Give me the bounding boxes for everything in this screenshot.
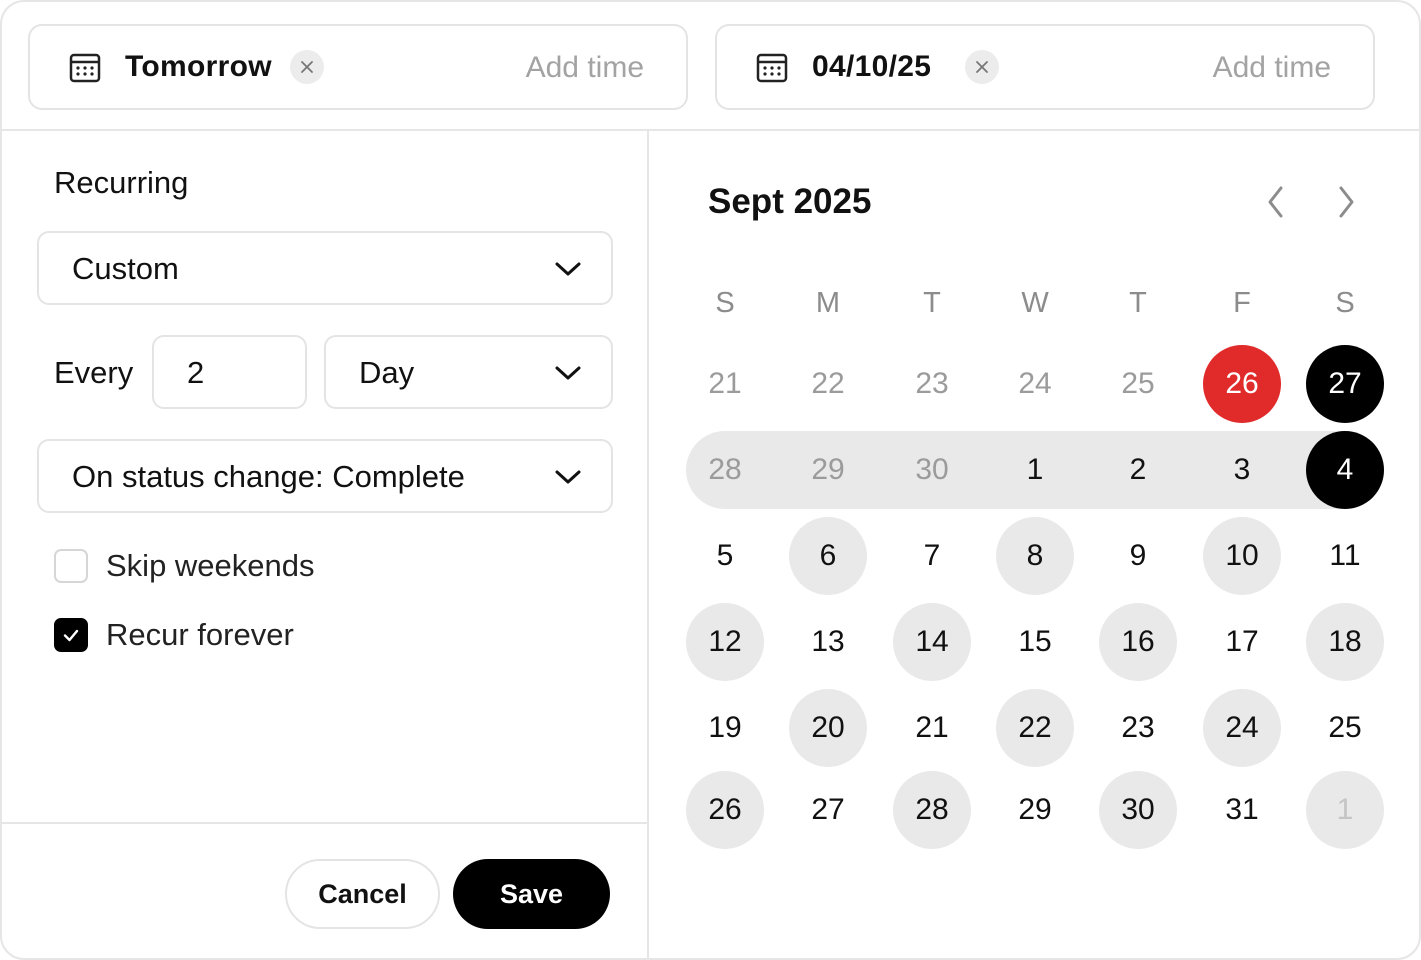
interval-unit-value: Day [359,355,415,390]
skip-weekends-option[interactable]: Skip weekends [54,547,315,585]
calendar-day[interactable]: 28 [893,771,971,849]
recurrence-dialog: Tomorrow Add time 04/10/25 Add time Recu… [0,0,1421,960]
end-date-value: 04/10/25 [812,50,932,83]
previous-month-button[interactable] [1256,182,1296,222]
calendar-day[interactable]: 24 [996,345,1074,423]
calendar-icon [69,53,101,83]
calendar-day[interactable]: 1 [1306,771,1384,849]
calendar-day[interactable]: 4 [1306,431,1384,509]
close-icon [301,61,313,73]
header-divider [2,129,1419,131]
calendar-day[interactable]: 18 [1306,603,1384,681]
calendar-day[interactable]: 24 [1203,689,1281,767]
chevron-right-icon [1339,186,1354,218]
weekday-header: T [923,287,941,319]
footer-divider [2,822,647,824]
start-date-value: Tomorrow [125,50,272,83]
calendar-day[interactable]: 29 [996,771,1074,849]
recurrence-trigger-value: On status change: Complete [72,459,465,494]
calendar-day[interactable]: 11 [1306,517,1384,595]
every-label: Every [54,355,134,390]
calendar-day[interactable]: 23 [1099,689,1177,767]
start-date-field[interactable]: Tomorrow Add time [28,24,688,110]
calendar-day[interactable]: 26 [1203,345,1281,423]
calendar-day[interactable]: 5 [686,517,764,595]
calendar-day[interactable]: 30 [1099,771,1177,849]
calendar-day[interactable]: 12 [686,603,764,681]
calendar-month-title: Sept 2025 [708,182,872,221]
next-month-button[interactable] [1326,182,1366,222]
skip-weekends-checkbox[interactable] [54,549,88,583]
calendar-day[interactable]: 20 [789,689,867,767]
calendar-day[interactable]: 25 [1306,689,1384,767]
clear-start-date-button[interactable] [290,50,324,84]
calendar-day[interactable]: 26 [686,771,764,849]
calendar-icon [756,53,788,83]
weekday-header: W [1021,287,1049,319]
recurrence-trigger-select[interactable]: On status change: Complete [37,439,613,513]
calendar-day[interactable]: 29 [789,431,867,509]
calendar-day[interactable]: 31 [1203,771,1281,849]
recurrence-mode-value: Custom [72,251,179,286]
calendar-day[interactable]: 23 [893,345,971,423]
calendar-day[interactable]: 27 [789,771,867,849]
calendar-day[interactable]: 7 [893,517,971,595]
weekday-header: F [1233,287,1251,319]
clear-end-date-button[interactable] [965,50,999,84]
calendar-day[interactable]: 1 [996,431,1074,509]
calendar-day[interactable]: 9 [1099,517,1177,595]
calendar-day[interactable]: 22 [996,689,1074,767]
interval-unit-select[interactable]: Day [324,335,613,409]
skip-weekends-label: Skip weekends [106,548,315,583]
recur-forever-option[interactable]: Recur forever [54,616,294,654]
calendar-day[interactable]: 3 [1203,431,1281,509]
chevron-down-icon [555,262,581,276]
calendar-day[interactable]: 21 [893,689,971,767]
weekday-header: T [1129,287,1147,319]
calendar-day[interactable]: 21 [686,345,764,423]
close-icon [976,61,988,73]
interval-input[interactable]: 2 [152,335,307,409]
calendar-day[interactable]: 15 [996,603,1074,681]
start-add-time-button[interactable]: Add time [526,50,644,86]
calendar-day[interactable]: 22 [789,345,867,423]
recur-forever-label: Recur forever [106,617,294,652]
interval-value: 2 [187,355,205,390]
cancel-button[interactable]: Cancel [285,859,440,929]
save-button[interactable]: Save [453,859,610,929]
calendar-day[interactable]: 17 [1203,603,1281,681]
calendar-day[interactable]: 2 [1099,431,1177,509]
end-date-field[interactable]: 04/10/25 Add time [715,24,1375,110]
calendar-day[interactable]: 10 [1203,517,1281,595]
calendar-day[interactable]: 6 [789,517,867,595]
calendar-day[interactable]: 27 [1306,345,1384,423]
calendar-day[interactable]: 14 [893,603,971,681]
panel-divider [647,131,649,958]
weekday-header: M [815,287,841,319]
calendar-day[interactable]: 30 [893,431,971,509]
calendar-day[interactable]: 8 [996,517,1074,595]
end-add-time-button[interactable]: Add time [1213,50,1331,86]
calendar-day[interactable]: 28 [686,431,764,509]
calendar-day[interactable]: 25 [1099,345,1177,423]
weekday-header: S [715,287,735,319]
chevron-down-icon [555,470,581,484]
chevron-down-icon [555,366,581,380]
calendar-day[interactable]: 19 [686,689,764,767]
chevron-left-icon [1268,186,1283,218]
check-icon [63,629,79,642]
recurrence-mode-select[interactable]: Custom [37,231,613,305]
recur-forever-checkbox[interactable] [54,618,88,652]
calendar-day[interactable]: 13 [789,603,867,681]
calendar-day[interactable]: 16 [1099,603,1177,681]
recurring-label: Recurring [54,165,189,200]
weekday-header: S [1335,287,1355,319]
